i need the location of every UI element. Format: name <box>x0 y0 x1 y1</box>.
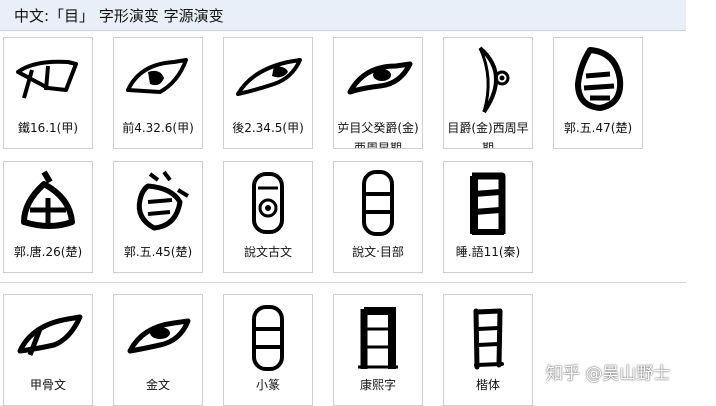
glyph-card-oracle-3[interactable]: 後2.34.5(甲) <box>223 37 313 149</box>
section-divider <box>0 282 686 283</box>
glyph-label: 郭.唐.26(楚) <box>13 245 83 259</box>
glyph-label: 前4.32.6(甲) <box>122 121 194 135</box>
oracle-eye-glyph-2 <box>126 58 188 94</box>
glyph-label: 目爵(金)西周早期 <box>447 121 529 149</box>
glyph-label: 後2.34.5(甲) <box>232 121 304 135</box>
kaiti-glyph <box>473 308 504 370</box>
glyph-label: 說文‧目部 <box>352 245 404 259</box>
glyph-card-qin[interactable]: 睡.語11(秦) <box>443 161 533 273</box>
chu-eye-glyph-2 <box>21 170 75 229</box>
glyph-label: 小篆 <box>255 378 280 392</box>
watermark: 知乎 @吴山野士 <box>546 364 671 384</box>
glyph-card-chu-1[interactable]: 郭.五.47(楚) <box>553 37 643 149</box>
page-header: 中文:「目」 字形演变 字源演变 <box>0 0 686 31</box>
shuowen-mubu-glyph <box>362 170 394 236</box>
glyph-label: 康熙字 <box>359 378 396 392</box>
glyph-card-kaiti[interactable]: 楷体 <box>443 294 533 406</box>
glyph-card-oracle-summary[interactable]: 甲骨文 <box>3 294 93 406</box>
oracle-eye-glyph-1 <box>16 59 78 99</box>
glyph-label: 郭.五.47(楚) <box>563 121 633 135</box>
glyph-card-bronze-1[interactable]: 屰目父癸爵(金)西周早期 <box>333 37 423 149</box>
glyph-card-bronze-2[interactable]: 目爵(金)西周早期 <box>443 37 533 149</box>
glyph-card-bronze-summary[interactable]: 金文 <box>113 294 203 406</box>
glyph-label: 楷体 <box>475 378 500 392</box>
glyph-card-chu-3[interactable]: 郭.五.45(楚) <box>113 161 203 273</box>
bronze-eye-glyph-1 <box>347 61 413 95</box>
kangxi-glyph <box>358 307 398 369</box>
oracle-eye-glyph-3 <box>236 58 302 96</box>
oracle-summary-glyph <box>17 314 83 356</box>
glyph-label: 金文 <box>145 378 170 392</box>
qin-eye-glyph <box>470 172 506 235</box>
glyph-label: 郭.五.45(楚) <box>123 245 193 259</box>
bronze-summary-glyph <box>127 318 191 354</box>
bronze-eye-glyph-2 <box>478 46 510 114</box>
glyph-card-oracle-2[interactable]: 前4.32.6(甲) <box>113 37 203 149</box>
glyph-card-kangxi[interactable]: 康熙字 <box>333 294 423 406</box>
seal-summary-glyph <box>252 305 284 371</box>
glyph-card-chu-2[interactable]: 郭.唐.26(楚) <box>3 161 93 273</box>
glyph-label: 鐵16.1(甲) <box>17 121 79 135</box>
chu-eye-glyph-3 <box>136 170 190 231</box>
chu-eye-glyph-1 <box>575 47 624 111</box>
glyph-label: 說文古文 <box>243 245 292 259</box>
glyph-card-shuowen-guwen[interactable]: 說文古文 <box>223 161 313 273</box>
glyph-label: 甲骨文 <box>29 378 66 392</box>
glyph-card-shuowen-mubu[interactable]: 說文‧目部 <box>333 161 423 273</box>
shuowen-guwen-glyph <box>252 172 284 234</box>
glyph-label: 睡.語11(秦) <box>455 245 521 259</box>
glyph-card-seal-summary[interactable]: 小篆 <box>223 294 313 406</box>
page-title: 中文:「目」 字形演变 字源演变 <box>14 7 224 25</box>
glyph-card-oracle-1[interactable]: 鐵16.1(甲) <box>3 37 93 149</box>
glyph-label: 屰目父癸爵(金)西周早期 <box>337 121 419 149</box>
